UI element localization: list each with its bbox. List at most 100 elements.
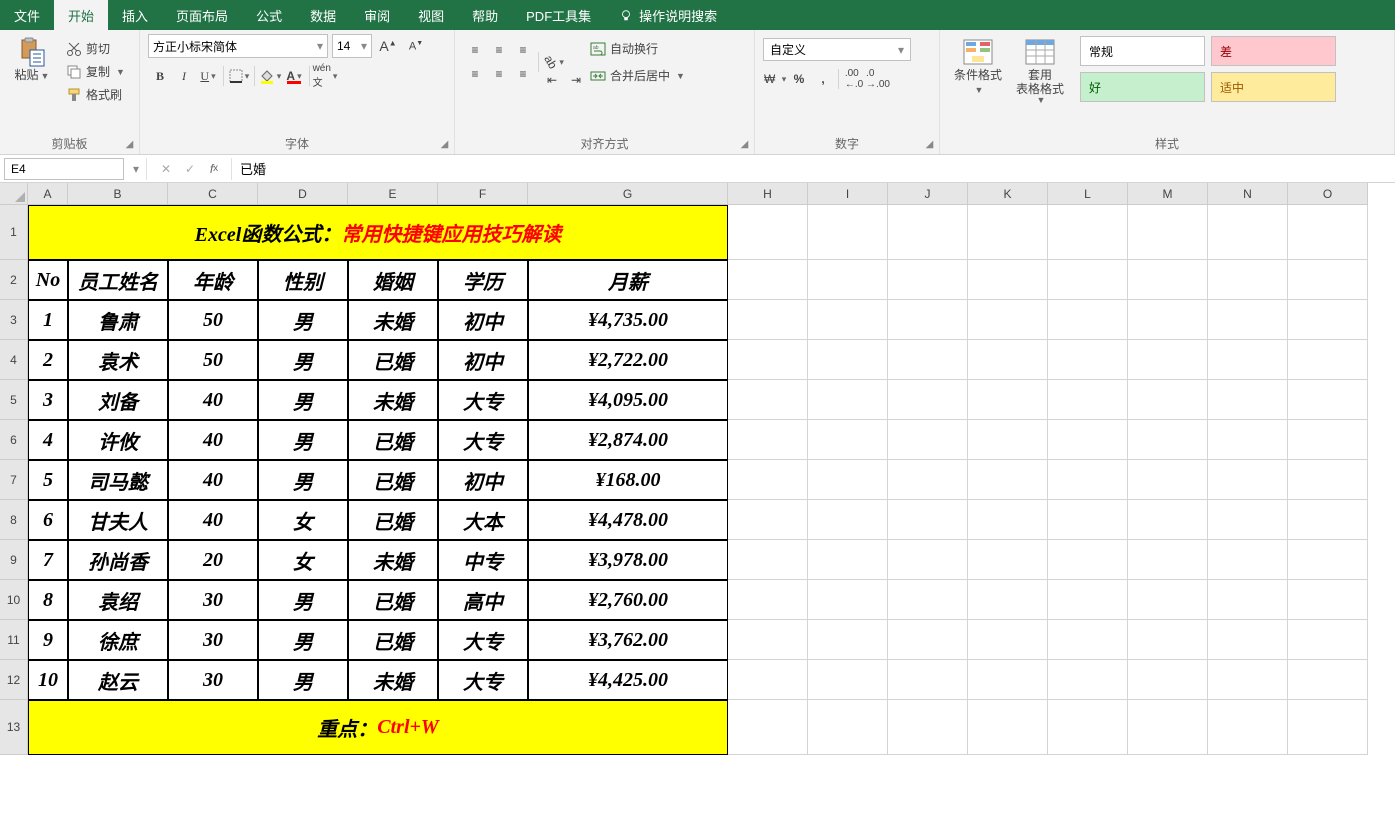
table-cell[interactable]: ¥4,095.00: [528, 380, 728, 420]
cell[interactable]: [888, 420, 968, 460]
col-header-O[interactable]: O: [1288, 183, 1368, 205]
align-left-button[interactable]: ≡: [463, 62, 487, 86]
cell[interactable]: [808, 460, 888, 500]
table-cell[interactable]: 大专: [438, 420, 528, 460]
cell[interactable]: [1208, 660, 1288, 700]
tab-2[interactable]: 插入: [108, 0, 162, 30]
table-cell[interactable]: 女: [258, 540, 348, 580]
row-header-7[interactable]: 7: [0, 460, 28, 500]
cell[interactable]: [728, 660, 808, 700]
title-cell[interactable]: Excel函数公式：常用快捷键应用技巧解读: [28, 205, 728, 260]
table-cell[interactable]: 5: [28, 460, 68, 500]
cell[interactable]: [1048, 460, 1128, 500]
table-cell[interactable]: 已婚: [348, 620, 438, 660]
table-cell[interactable]: 男: [258, 340, 348, 380]
row-header-10[interactable]: 10: [0, 580, 28, 620]
cell[interactable]: [1208, 500, 1288, 540]
table-cell[interactable]: 6: [28, 500, 68, 540]
table-cell[interactable]: 女: [258, 500, 348, 540]
cell[interactable]: [1288, 500, 1368, 540]
merge-center-button[interactable]: 合并后居中▼: [586, 65, 689, 86]
alignment-dialog-launcher[interactable]: ◢: [737, 137, 752, 152]
table-cell[interactable]: ¥2,760.00: [528, 580, 728, 620]
bold-button[interactable]: B: [148, 64, 172, 88]
cell[interactable]: [1208, 700, 1288, 755]
row-header-6[interactable]: 6: [0, 420, 28, 460]
row-header-9[interactable]: 9: [0, 540, 28, 580]
align-top-button[interactable]: ≡: [463, 38, 487, 62]
font-size-combo[interactable]: 14▾: [332, 34, 372, 58]
cell[interactable]: [888, 700, 968, 755]
table-cell[interactable]: 2: [28, 340, 68, 380]
cell[interactable]: [728, 460, 808, 500]
cell[interactable]: [808, 205, 888, 260]
copy-button[interactable]: 复制▼: [62, 61, 129, 82]
number-dialog-launcher[interactable]: ◢: [922, 137, 937, 152]
table-header[interactable]: No: [28, 260, 68, 300]
cell[interactable]: [808, 300, 888, 340]
cell[interactable]: [1048, 620, 1128, 660]
fill-color-button[interactable]: ▾: [258, 64, 282, 88]
cell[interactable]: [728, 580, 808, 620]
cell[interactable]: [1288, 340, 1368, 380]
cell[interactable]: [1288, 260, 1368, 300]
percent-button[interactable]: %: [787, 67, 811, 91]
col-header-M[interactable]: M: [1128, 183, 1208, 205]
table-cell[interactable]: 甘夫人: [68, 500, 168, 540]
cell[interactable]: [888, 580, 968, 620]
row-header-3[interactable]: 3: [0, 300, 28, 340]
align-center-button[interactable]: ≡: [487, 62, 511, 86]
wrap-text-button[interactable]: ab 自动换行: [586, 38, 689, 59]
table-cell[interactable]: 大专: [438, 660, 528, 700]
table-cell[interactable]: 40: [168, 500, 258, 540]
cell[interactable]: [888, 540, 968, 580]
col-header-I[interactable]: I: [808, 183, 888, 205]
cell[interactable]: [808, 540, 888, 580]
cell[interactable]: [1128, 380, 1208, 420]
table-header[interactable]: 员工姓名: [68, 260, 168, 300]
table-cell[interactable]: 3: [28, 380, 68, 420]
table-cell[interactable]: 中专: [438, 540, 528, 580]
cell[interactable]: [1048, 420, 1128, 460]
cell[interactable]: [808, 260, 888, 300]
table-cell[interactable]: 男: [258, 420, 348, 460]
cell[interactable]: [1208, 580, 1288, 620]
footer-cell[interactable]: 重点：Ctrl+W: [28, 700, 728, 755]
table-cell[interactable]: 初中: [438, 460, 528, 500]
cell[interactable]: [968, 660, 1048, 700]
tab-8[interactable]: 帮助: [458, 0, 512, 30]
cell[interactable]: [808, 580, 888, 620]
table-cell[interactable]: ¥2,874.00: [528, 420, 728, 460]
cell[interactable]: [888, 620, 968, 660]
table-cell[interactable]: 鲁肃: [68, 300, 168, 340]
tab-3[interactable]: 页面布局: [162, 0, 242, 30]
cell[interactable]: [1288, 620, 1368, 660]
cell[interactable]: [888, 660, 968, 700]
col-header-E[interactable]: E: [348, 183, 438, 205]
cell[interactable]: [1048, 660, 1128, 700]
tab-6[interactable]: 审阅: [350, 0, 404, 30]
table-cell[interactable]: 未婚: [348, 660, 438, 700]
clipboard-dialog-launcher[interactable]: ◢: [122, 137, 137, 152]
cell[interactable]: [1128, 260, 1208, 300]
table-cell[interactable]: 未婚: [348, 540, 438, 580]
paste-button[interactable]: 粘贴▼: [8, 34, 56, 84]
table-header[interactable]: 婚姻: [348, 260, 438, 300]
cell[interactable]: [728, 500, 808, 540]
cell[interactable]: [968, 580, 1048, 620]
format-painter-button[interactable]: 格式刷: [62, 84, 129, 105]
table-header[interactable]: 月薪: [528, 260, 728, 300]
table-cell[interactable]: 大专: [438, 380, 528, 420]
table-cell[interactable]: 男: [258, 460, 348, 500]
cell[interactable]: [968, 460, 1048, 500]
table-cell[interactable]: 孙尚香: [68, 540, 168, 580]
cell[interactable]: [968, 340, 1048, 380]
italic-button[interactable]: I: [172, 64, 196, 88]
row-header-12[interactable]: 12: [0, 660, 28, 700]
border-button[interactable]: ▾: [227, 64, 251, 88]
phonetic-button[interactable]: wén文▾: [313, 64, 337, 88]
cell[interactable]: [1208, 260, 1288, 300]
underline-button[interactable]: U▾: [196, 64, 220, 88]
cell[interactable]: [888, 380, 968, 420]
table-cell[interactable]: 赵云: [68, 660, 168, 700]
